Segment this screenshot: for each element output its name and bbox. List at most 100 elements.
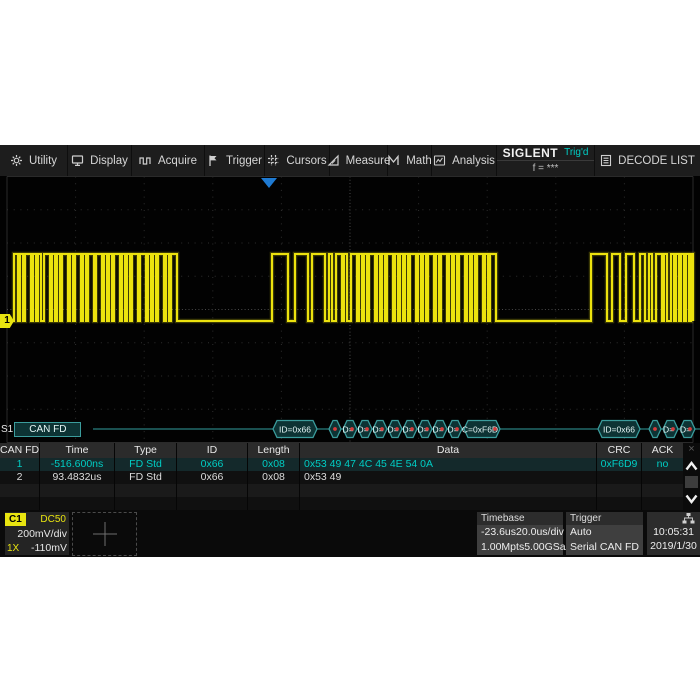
date-display: 2019/1/30: [647, 539, 700, 553]
column-header-id: ID: [177, 443, 248, 458]
network-icon: [682, 513, 695, 524]
truncated-data-dot: [688, 427, 692, 431]
menu-item-analysis[interactable]: Analysis: [432, 145, 497, 176]
truncated-data-dot: [333, 427, 337, 431]
table-row[interactable]: 1 -516.600ns FD Std 0x66 0x08 0x53 49 47…: [0, 458, 683, 471]
channel-scale: 200mV/div: [17, 528, 67, 540]
cell-crc: [597, 471, 642, 484]
channel1-descriptor[interactable]: C1 DC50 200mV/div 1X -110mV: [5, 512, 69, 555]
trigger-type: Serial: [570, 540, 597, 555]
brand-block: SIGLENT Trig'd f = ***: [497, 145, 595, 176]
crosshair-hash-icon: [267, 154, 280, 167]
set-square-icon: [327, 154, 340, 167]
frequency-readout: f = ***: [497, 161, 594, 176]
decode-table-header: CAN FD Time Type ID Length Data CRC ACK: [0, 443, 683, 458]
menu-item-label: Analysis: [452, 155, 495, 167]
column-header-data: Data: [300, 443, 597, 458]
trigger-position-marker[interactable]: [261, 178, 277, 188]
clock-panel[interactable]: 10:05:31 2019/1/30: [647, 512, 700, 555]
decode-bubble-label: C=0xF6D: [462, 424, 498, 434]
decode-table: CAN FD Time Type ID Length Data CRC ACK …: [0, 443, 700, 510]
timebase-scale: 20.0us/div: [516, 525, 564, 540]
table-row[interactable]: 2 93.4832us FD Std 0x66 0x08 0x53 49: [0, 471, 683, 484]
menu-item-trigger[interactable]: Trigger: [205, 145, 265, 176]
cell-data: 0x53 49: [300, 471, 597, 484]
scroll-down-button[interactable]: [685, 493, 698, 505]
list-icon: [600, 154, 612, 167]
truncated-data-dot: [440, 427, 444, 431]
analysis-chart-icon: [433, 154, 446, 167]
decode-bubble-label: ID=0x66: [279, 424, 311, 434]
oscilloscope-screen: Utility Display Acquire Trigger: [0, 145, 700, 557]
menu-item-acquire[interactable]: Acquire: [132, 145, 205, 176]
column-header-ack: ACK: [642, 443, 683, 458]
column-header-canfd: CAN FD: [0, 443, 40, 458]
truncated-data-dot: [350, 427, 354, 431]
close-decode-table-button[interactable]: ×: [683, 443, 700, 456]
decode-bus-annotations: ID=0x66D=D=D=D=D=D=D=D=C=0xF6DID=0x66D=D…: [0, 415, 700, 443]
truncated-data-dot: [365, 427, 369, 431]
column-header-time: Time: [40, 443, 115, 458]
cell-frame-number: 2: [0, 471, 40, 484]
cell-length: 0x08: [248, 458, 300, 471]
truncated-data-dot: [395, 427, 399, 431]
menu-item-cursors[interactable]: Cursors: [265, 145, 330, 176]
column-header-crc: CRC: [597, 443, 642, 458]
decode-list-label: DECODE LIST: [618, 155, 695, 167]
table-row-empty: [0, 497, 683, 510]
truncated-data-dot: [671, 427, 675, 431]
channel-probe: 1X: [7, 543, 19, 554]
truncated-data-dot: [380, 427, 384, 431]
menu-item-math[interactable]: Math: [388, 145, 432, 176]
menu-item-label: Trigger: [226, 155, 262, 167]
can-signal-trace: [7, 254, 693, 321]
trigger-title: Trigger: [566, 512, 643, 525]
menu-item-label: Math: [406, 155, 432, 167]
cell-type: FD Std: [115, 458, 177, 471]
trigger-protocol: CAN FD: [600, 540, 639, 555]
menu-item-label: Measure: [346, 155, 391, 167]
timebase-delay: -23.6us: [481, 525, 516, 540]
siglent-logo: SIGLENT: [503, 146, 559, 160]
menu-item-label: Acquire: [158, 155, 197, 167]
truncated-data-dot: [425, 427, 429, 431]
cell-ack: no: [642, 458, 683, 471]
cell-frame-number: 1: [0, 458, 40, 471]
table-row-empty: [0, 484, 683, 497]
status-bar: C1 DC50 200mV/div 1X -110mV Timebase -23…: [0, 510, 700, 557]
decode-bubble-label: ID=0x66: [603, 424, 635, 434]
column-header-length: Length: [248, 443, 300, 458]
add-channel-button[interactable]: [72, 512, 137, 556]
flag-icon: [207, 154, 220, 167]
truncated-data-dot: [455, 427, 459, 431]
gear-icon: [10, 154, 23, 167]
table-scrollbar: ×: [683, 443, 700, 510]
decode-protocol-box: CAN FD: [14, 422, 81, 437]
trigger-mode: Auto: [570, 525, 592, 540]
timebase-points: 1.00Mpts: [481, 540, 524, 555]
channel1-badge: C1: [5, 513, 26, 526]
trigger-panel[interactable]: Trigger Auto Serial CAN FD: [566, 512, 643, 555]
menu-item-label: Cursors: [286, 155, 326, 167]
menu-bar: Utility Display Acquire Trigger: [0, 145, 700, 176]
decode-bus-label[interactable]: S1 CAN FD: [0, 420, 81, 438]
menu-item-measure[interactable]: Measure: [330, 145, 388, 176]
menu-item-label: Display: [90, 155, 128, 167]
cell-crc: 0xF6D9: [597, 458, 642, 471]
cell-data: 0x53 49 47 4C 45 4E 54 0A: [300, 458, 597, 471]
truncated-data-dot: [653, 427, 657, 431]
waveform-plot: [0, 176, 700, 443]
trigger-status-badge: Trig'd: [564, 147, 588, 158]
menu-item-display[interactable]: Display: [68, 145, 132, 176]
timebase-panel[interactable]: Timebase -23.6us 20.0us/div 1.00Mpts 5.0…: [477, 512, 563, 555]
truncated-data-dot: [410, 427, 414, 431]
cell-time: -516.600ns: [40, 458, 115, 471]
scrollbar-thumb[interactable]: [685, 476, 698, 488]
scroll-up-button[interactable]: [685, 460, 698, 472]
menu-item-utility[interactable]: Utility: [0, 145, 68, 176]
channel-coupling: DC50: [40, 514, 69, 525]
waveform-area: 1 ID=0x66D=D=D=D=D=D=D=D=C=0xF6DID=0x66D…: [0, 176, 700, 443]
cell-id: 0x66: [177, 458, 248, 471]
decode-list-button[interactable]: DECODE LIST: [595, 145, 700, 176]
channel-offset: -110mV: [31, 542, 67, 554]
